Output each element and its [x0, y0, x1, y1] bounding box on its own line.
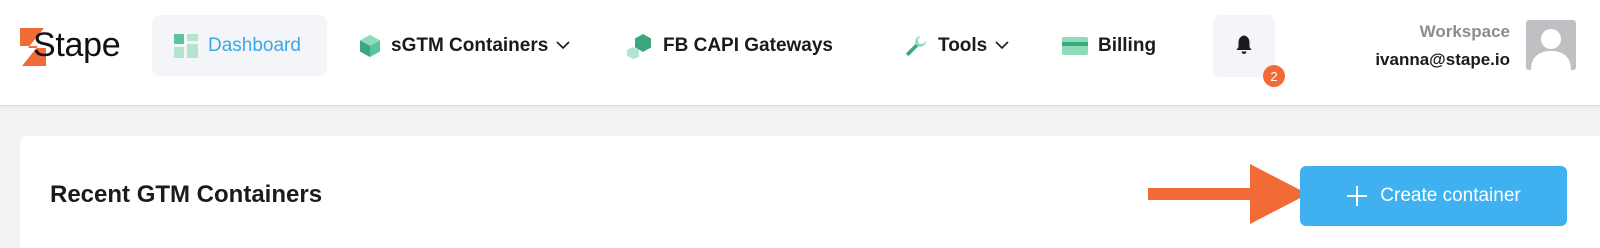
workspace-info[interactable]: Workspace ivanna@stape.io: [1375, 22, 1510, 70]
dashboard-grid-icon: [174, 33, 198, 58]
hexagon-icon: [627, 33, 653, 59]
right-arrow-icon: [1148, 164, 1308, 229]
create-button-label: Create container: [1380, 185, 1521, 206]
plus-icon: [1346, 185, 1368, 207]
wrench-icon: [904, 34, 928, 58]
nav-dashboard-label: Dashboard: [208, 34, 301, 56]
cube-icon: [359, 34, 381, 58]
nav-sgtm-containers[interactable]: sGTM Containers: [359, 15, 570, 76]
nav-sgtm-label: sGTM Containers: [391, 34, 549, 56]
chevron-down-icon: [556, 41, 570, 50]
notification-count-badge: 2: [1263, 65, 1285, 87]
nav-fb-capi-gateways[interactable]: FB CAPI Gateways: [627, 15, 833, 76]
create-container-button[interactable]: Create container: [1300, 166, 1567, 226]
credit-card-icon: [1062, 36, 1088, 56]
nav-tools[interactable]: Tools: [904, 15, 1009, 76]
user-avatar-icon[interactable]: [1526, 20, 1576, 70]
nav-fb-capi-label: FB CAPI Gateways: [663, 34, 833, 56]
section-title: Recent GTM Containers: [50, 181, 323, 208]
logo-text: Stape: [33, 26, 121, 64]
stape-logo[interactable]: Stape: [18, 24, 138, 70]
user-email: ivanna@stape.io: [1375, 50, 1510, 69]
bell-icon: [1235, 33, 1253, 60]
chevron-down-icon: [995, 41, 1009, 50]
nav-dashboard[interactable]: Dashboard: [152, 15, 327, 76]
nav-tools-label: Tools: [938, 34, 988, 56]
recent-containers-card: Recent GTM Containers Create container: [20, 136, 1600, 248]
nav-billing-label: Billing: [1098, 34, 1157, 56]
nav-billing[interactable]: Billing: [1062, 15, 1156, 76]
workspace-label: Workspace: [1419, 22, 1510, 41]
top-navigation-bar: Stape Dashboard sGTM Containers FB CAPI …: [0, 0, 1600, 106]
